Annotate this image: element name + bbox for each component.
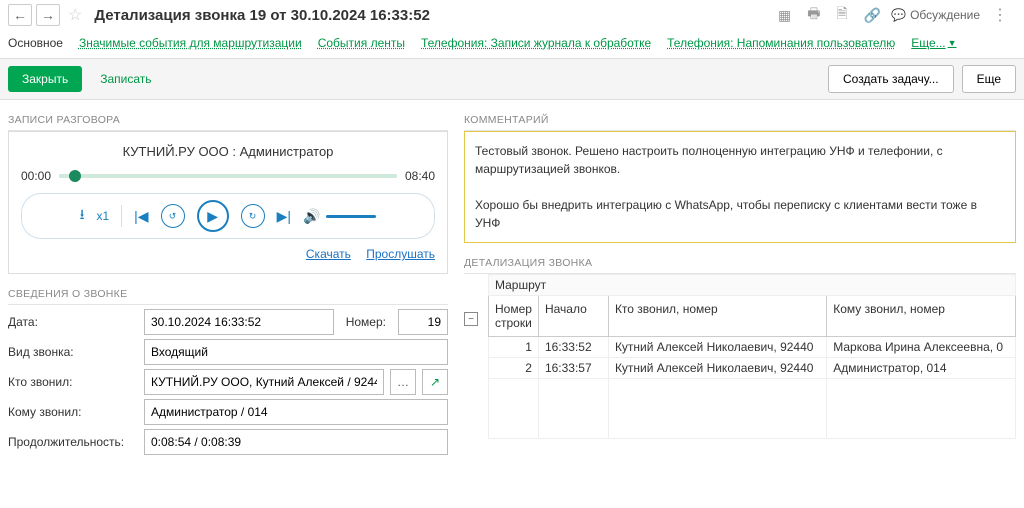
col-rownum[interactable]: Номер строки <box>489 296 539 337</box>
type-input[interactable] <box>144 339 448 365</box>
info-section: СВЕДЕНИЯ О ЗВОНКЕ Дата: Номер: Вид звонк… <box>8 286 448 459</box>
link-icon[interactable]: 🔗 <box>858 7 887 24</box>
cell-caller: Кутний Алексей Николаевич, 92440 <box>608 337 826 358</box>
nav-link-events[interactable]: Значимые события для маршрутизации <box>79 36 302 50</box>
callee-label: Кому звонил: <box>8 405 138 419</box>
comment-line1: Тестовый звонок. Решено настроить полноц… <box>475 142 1005 178</box>
cell-callee: Маркова Ирина Алексеевна, 0 <box>827 337 1016 358</box>
recording-label: КУТНИЙ.РУ ООО : Администратор <box>21 144 435 159</box>
nav-link-feed[interactable]: События ленты <box>318 36 405 50</box>
more-button[interactable]: Еще <box>962 65 1016 93</box>
player-controls: ⭳ x1 |◀ ↺ ▶ ↻ ▶| 🔊 <box>21 193 435 239</box>
comment-line2: Хорошо бы внедрить интеграцию с WhatsApp… <box>475 196 1005 232</box>
skip-back-button[interactable]: ↺ <box>161 204 185 228</box>
col-callee[interactable]: Кому звонил, номер <box>827 296 1016 337</box>
navbar: Основное Значимые события для маршрутиза… <box>0 30 1024 58</box>
number-label: Номер: <box>340 315 392 329</box>
comment-section: КОММЕНТАРИЙ Тестовый звонок. Решено наст… <box>464 112 1016 243</box>
volume-icon[interactable]: 🔊 <box>303 208 320 225</box>
route-group-header[interactable]: Маршрут <box>489 275 1016 296</box>
caller-label: Кто звонил: <box>8 375 138 389</box>
chevron-down-icon: ▼ <box>948 38 957 48</box>
speed-button[interactable]: x1 <box>96 209 109 223</box>
page-title: Детализация звонка 19 от 30.10.2024 16:3… <box>94 7 768 24</box>
recordings-header: ЗАПИСИ РАЗГОВОРА <box>8 112 448 131</box>
listen-link[interactable]: Прослушать <box>366 247 435 261</box>
favorite-star-icon[interactable]: ☆ <box>64 5 86 25</box>
track-next-icon[interactable]: ▶| <box>277 208 291 225</box>
command-bar: Закрыть Записать Создать задачу... Еще <box>0 58 1024 100</box>
empty-row <box>489 379 1016 439</box>
date-input[interactable] <box>144 309 334 335</box>
table-row[interactable]: 1 16:33:52 Кутний Алексей Николаевич, 92… <box>489 337 1016 358</box>
time-row: 00:00 08:40 <box>21 169 435 183</box>
number-input[interactable] <box>398 309 448 335</box>
caller-open-button[interactable]: ↗ <box>422 369 448 395</box>
nav-forward-button[interactable]: → <box>36 4 60 26</box>
volume-slider[interactable] <box>326 215 376 218</box>
cell-caller: Кутний Алексей Николаевич, 92440 <box>608 358 826 379</box>
time-start: 00:00 <box>21 169 51 183</box>
col-caller[interactable]: Кто звонил, номер <box>608 296 826 337</box>
track-prev-icon[interactable]: |◀ <box>134 208 148 225</box>
recordings-section: ЗАПИСИ РАЗГОВОРА КУТНИЙ.РУ ООО : Админис… <box>8 112 448 274</box>
tree-collapse-icon[interactable]: − <box>464 312 478 326</box>
print-icon[interactable]: 🖶 <box>801 3 826 27</box>
duration-label: Продолжительность: <box>8 435 138 449</box>
save-button[interactable]: Записать <box>90 66 161 92</box>
play-button[interactable]: ▶ <box>197 200 229 232</box>
close-button[interactable]: Закрыть <box>8 66 82 92</box>
discussion-button[interactable]: 💬 Обсуждение <box>891 8 980 22</box>
comment-textarea[interactable]: Тестовый звонок. Решено настроить полноц… <box>464 131 1016 243</box>
nav-link-journal[interactable]: Телефония: Записи журнала к обработке <box>421 36 651 50</box>
details-section: ДЕТАЛИЗАЦИЯ ЗВОНКА − Маршрут Номер строк… <box>464 255 1016 439</box>
nav-back-button[interactable]: ← <box>8 4 32 26</box>
duration-input[interactable] <box>144 429 448 455</box>
route-group-label: Маршрут <box>489 275 1016 296</box>
callee-input[interactable] <box>144 399 448 425</box>
cell-start: 16:33:52 <box>538 337 608 358</box>
download-link[interactable]: Скачать <box>306 247 351 261</box>
create-task-button[interactable]: Создать задачу... <box>828 65 954 93</box>
discussion-label: Обсуждение <box>910 8 980 22</box>
cell-rownum: 2 <box>489 358 539 379</box>
col-start[interactable]: Начало <box>538 296 608 337</box>
progress-slider[interactable] <box>59 174 397 178</box>
caller-select-button[interactable]: … <box>390 369 416 395</box>
chat-icon: 💬 <box>891 8 906 22</box>
time-end: 08:40 <box>405 169 435 183</box>
type-label: Вид звонка: <box>8 345 138 359</box>
file-icon[interactable]: 🗎 <box>830 3 853 27</box>
cell-callee: Администратор, 014 <box>827 358 1016 379</box>
comment-header: КОММЕНТАРИЙ <box>464 112 1016 131</box>
caller-input[interactable] <box>144 369 384 395</box>
download-icon[interactable]: ⭳ <box>80 204 85 228</box>
cell-rownum: 1 <box>489 337 539 358</box>
nav-link-reminders[interactable]: Телефония: Напоминания пользователю <box>667 36 895 50</box>
details-header: ДЕТАЛИЗАЦИЯ ЗВОНКА <box>464 255 1016 274</box>
date-label: Дата: <box>8 315 138 329</box>
top-toolbar: ← → ☆ Детализация звонка 19 от 30.10.202… <box>0 0 1024 30</box>
cell-start: 16:33:57 <box>538 358 608 379</box>
info-header: СВЕДЕНИЯ О ЗВОНКЕ <box>8 286 448 305</box>
kebab-menu-icon[interactable]: ⋮ <box>984 5 1016 25</box>
report-icon[interactable]: ▦ <box>772 7 797 24</box>
player-box: КУТНИЙ.РУ ООО : Администратор 00:00 08:4… <box>8 131 448 274</box>
nav-more[interactable]: Еще... ▼ <box>911 36 956 50</box>
skip-forward-button[interactable]: ↻ <box>241 204 265 228</box>
route-columns-row: Номер строки Начало Кто звонил, номер Ко… <box>489 296 1016 337</box>
nav-main[interactable]: Основное <box>8 36 63 50</box>
table-row[interactable]: 2 16:33:57 Кутний Алексей Николаевич, 92… <box>489 358 1016 379</box>
route-table: Маршрут Номер строки Начало Кто звонил, … <box>488 274 1016 439</box>
